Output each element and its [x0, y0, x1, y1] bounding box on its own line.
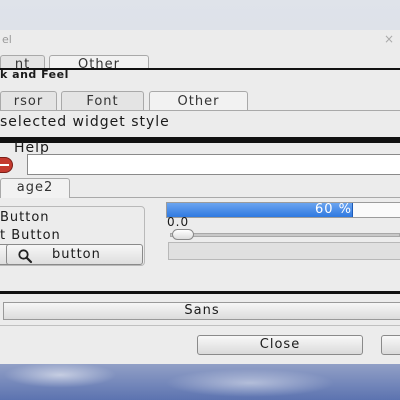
tab-other-sub[interactable]: Other: [149, 91, 248, 111]
font-select-label: Sans: [184, 303, 220, 318]
search-button-label: button: [52, 247, 101, 262]
scale-value: 0.0: [167, 215, 190, 229]
widget-style-description: selected widget style: [0, 114, 170, 130]
search-button[interactable]: button: [6, 244, 143, 265]
look-and-feel-title: k and Feel: [0, 68, 69, 81]
check-button[interactable]: t Button: [0, 228, 61, 243]
tab-cursor[interactable]: rsor: [0, 91, 57, 111]
close-button-label: Close: [259, 337, 301, 352]
disabled-entry: [168, 242, 400, 260]
separator: [0, 325, 400, 326]
radio-button-label: Button: [0, 210, 50, 225]
scale-slider-handle[interactable]: [172, 229, 194, 240]
tab-label: rsor: [13, 94, 44, 109]
check-button-label: t Button: [0, 228, 61, 243]
close-button[interactable]: Close: [197, 335, 363, 355]
window-titlebar[interactable]: el ×: [0, 30, 400, 48]
tab-page2[interactable]: age2: [0, 178, 70, 198]
radio-button[interactable]: Button: [0, 210, 50, 225]
tab-label: Other: [177, 94, 220, 109]
font-select-button[interactable]: Sans: [3, 302, 400, 320]
scale-trough[interactable]: [170, 233, 400, 237]
progress-bar: 60 %: [166, 202, 400, 218]
tab-divider: [0, 110, 400, 111]
tab-font[interactable]: Font: [61, 91, 144, 111]
window-title: el: [2, 33, 12, 46]
close-icon[interactable]: ×: [384, 32, 394, 46]
tab-label: Font: [86, 94, 119, 109]
search-icon: [18, 249, 33, 264]
text-entry[interactable]: [27, 154, 400, 175]
progress-text: 60 %: [314, 202, 352, 217]
help-button[interactable]: [381, 335, 400, 355]
look-and-feel-header: k and Feel: [0, 68, 400, 82]
tab-label: age2: [16, 180, 54, 195]
notebook-border: [70, 197, 400, 198]
